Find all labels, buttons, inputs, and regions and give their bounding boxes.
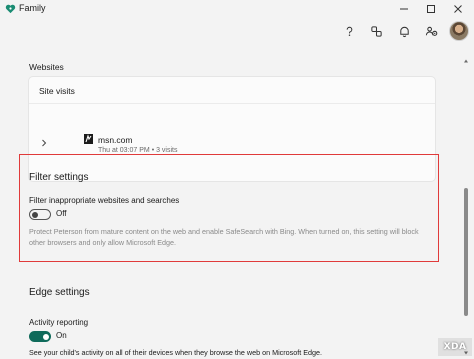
connect-icon xyxy=(370,25,382,37)
activity-reporting-toggle[interactable] xyxy=(29,331,51,342)
close-button[interactable] xyxy=(445,0,471,18)
toggle-knob xyxy=(32,211,38,218)
family-settings-icon xyxy=(425,26,437,36)
help-button[interactable] xyxy=(341,23,357,39)
help-icon xyxy=(346,26,352,36)
maximize-icon xyxy=(427,5,435,13)
title-bar: Family xyxy=(0,0,474,18)
minimize-button[interactable] xyxy=(391,0,417,18)
scroll-thumb[interactable] xyxy=(464,188,468,316)
main-content: Websites Site visits msn.com Thu at 03:0… xyxy=(0,50,462,359)
filter-settings-heading: Filter settings xyxy=(29,172,89,183)
toggle-knob xyxy=(43,333,49,340)
family-app-icon xyxy=(5,4,16,14)
msn-favicon-icon xyxy=(84,134,93,144)
watermark: XDA xyxy=(438,338,472,356)
site-name[interactable]: msn.com xyxy=(98,135,132,145)
avatar[interactable] xyxy=(449,21,469,41)
maximize-button[interactable] xyxy=(418,0,444,18)
notification-bell-icon xyxy=(399,26,409,37)
activity-toggle-state: On xyxy=(56,331,67,340)
activity-reporting-label: Activity reporting xyxy=(29,318,89,327)
websites-section-label: Websites xyxy=(29,62,64,72)
edge-settings-heading: Edge settings xyxy=(29,287,90,298)
filter-toggle-state: Off xyxy=(56,209,67,218)
edge-description: See your child's activity on all of thei… xyxy=(29,348,323,357)
vertical-scrollbar[interactable] xyxy=(463,58,469,356)
chevron-right-icon[interactable] xyxy=(40,139,48,147)
notifications-button[interactable] xyxy=(396,23,412,39)
filter-description: Protect Peterson from mature content on … xyxy=(29,227,419,247)
scroll-up-arrow-icon[interactable] xyxy=(463,58,469,64)
card-divider xyxy=(29,103,435,104)
window-title: Family xyxy=(19,3,46,13)
site-visits-title: Site visits xyxy=(39,86,75,96)
site-visit-meta: Thu at 03:07 PM • 3 visits xyxy=(98,147,178,154)
connect-button[interactable] xyxy=(368,23,384,39)
filter-option-label: Filter inappropriate websites and search… xyxy=(29,196,180,205)
family-settings-button[interactable] xyxy=(423,23,439,39)
minimize-icon xyxy=(400,8,408,10)
close-icon xyxy=(454,5,462,13)
filter-toggle[interactable] xyxy=(29,209,51,220)
